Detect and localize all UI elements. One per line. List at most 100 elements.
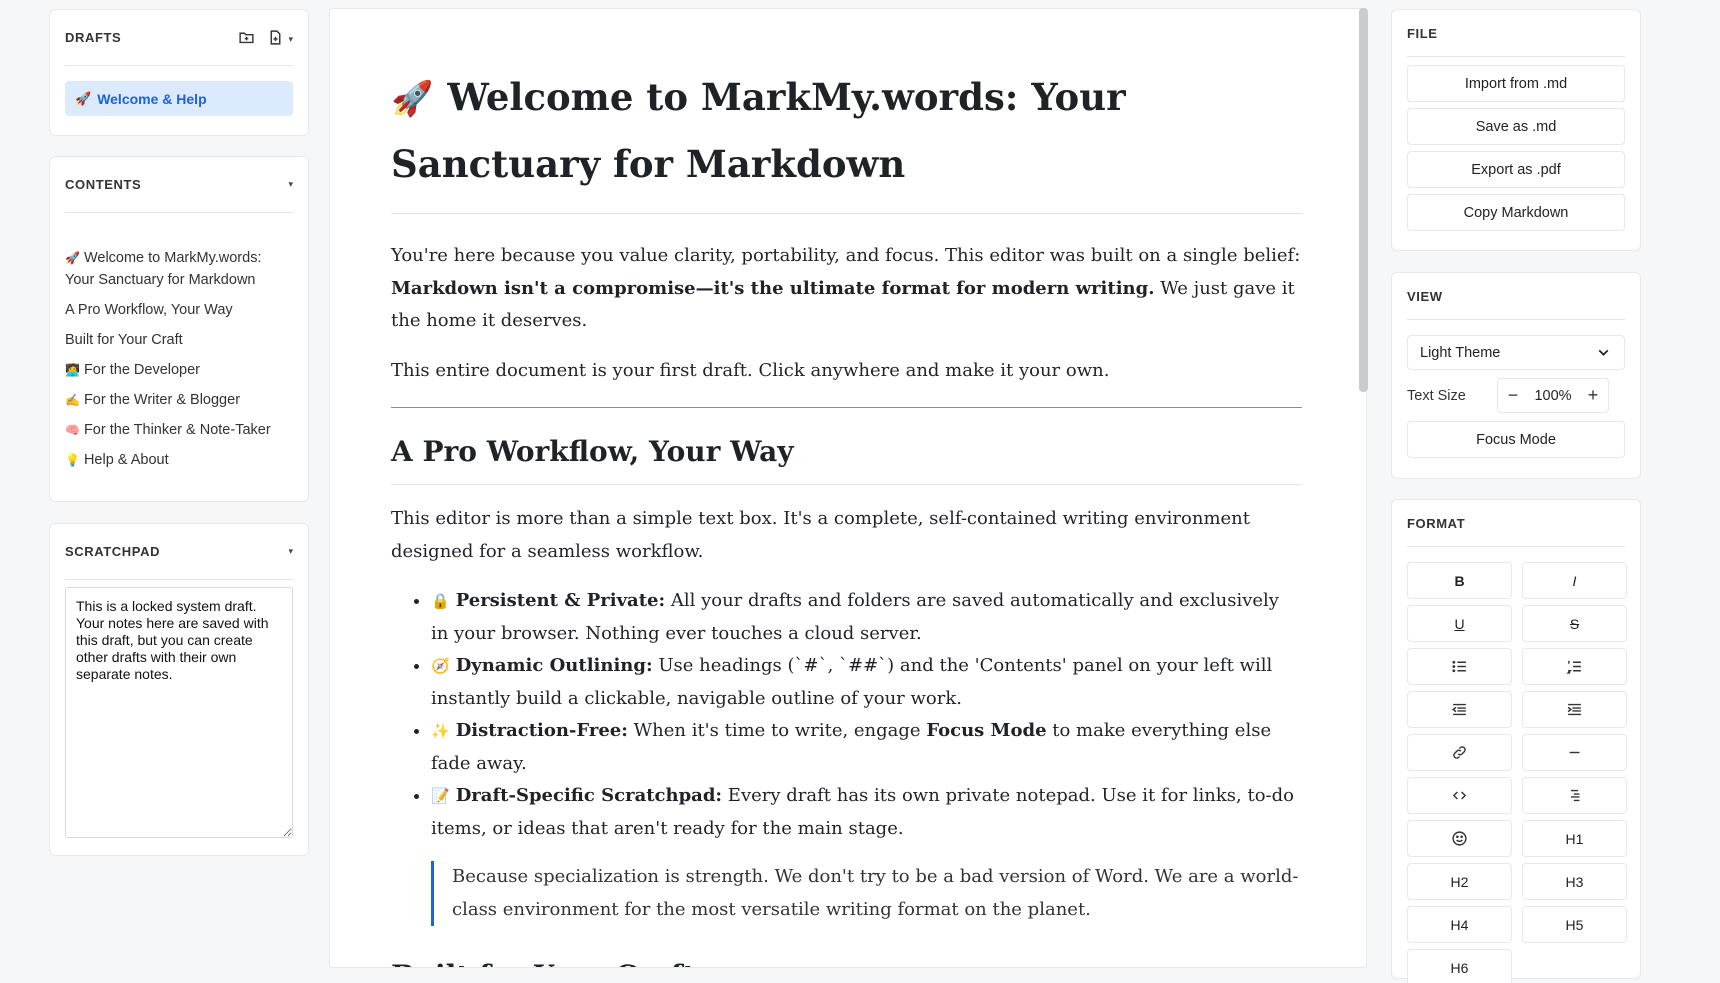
editor[interactable]: 🚀 Welcome to MarkMy.words: Your Sanctuary… (329, 8, 1367, 968)
toc-item-help[interactable]: 💡 Help & About (65, 449, 293, 471)
text-size-value: 100% (1534, 387, 1572, 404)
text-size-label: Text Size (1407, 387, 1466, 404)
doc-paragraph: You're here because you value clarity, p… (391, 240, 1302, 338)
chevron-down-icon[interactable]: ▾ (288, 179, 293, 190)
text-size-row: Text Size − 100% + (1407, 378, 1625, 413)
code-button[interactable] (1407, 777, 1512, 814)
h1-button[interactable]: H1 (1522, 820, 1627, 857)
list-item-text: When it's time to write, engage (627, 720, 927, 741)
toc-item-label: For the Thinker & Note-Taker (83, 422, 271, 438)
list-item-title: Distraction-Free: (455, 720, 628, 741)
lightbulb-icon: 💡 (65, 453, 80, 467)
toc-item-thinker[interactable]: 🧠 For the Thinker & Note-Taker (65, 419, 293, 441)
save-md-button[interactable]: Save as .md (1407, 108, 1625, 145)
doc-text: You're here because you value clarity, p… (391, 245, 1301, 266)
list-item-title: Persistent & Private: (455, 590, 666, 611)
chevron-down-icon[interactable]: ▾ (288, 546, 293, 557)
file-header: FILE (1407, 10, 1625, 57)
brain-icon: 🧠 (65, 423, 80, 437)
toc-item-built-for-craft[interactable]: Built for Your Craft (65, 329, 293, 351)
list-item-bold: Focus Mode (926, 720, 1047, 741)
emoji-button[interactable] (1407, 820, 1512, 857)
compass-icon: 🧭 (431, 657, 450, 675)
toc-item-pro-workflow[interactable]: A Pro Workflow, Your Way (65, 299, 293, 321)
lock-icon: 🔒 (431, 592, 450, 610)
doc-paragraph: This entire document is your first draft… (391, 359, 1110, 381)
horizontal-rule-button[interactable] (1522, 734, 1627, 771)
list-item: 📝Draft-Specific Scratchpad: Every draft … (431, 780, 1302, 845)
code-icon (1452, 791, 1467, 800)
file-panel: FILE Import from .md Save as .md Export … (1391, 9, 1641, 251)
smiley-icon (1452, 831, 1467, 846)
draft-item-welcome[interactable]: 🚀 Welcome & Help (65, 81, 293, 116)
italic-button[interactable]: I (1522, 562, 1627, 599)
drafts-title: DRAFTS (65, 30, 122, 45)
indent-button[interactable] (1522, 691, 1627, 728)
toc-item-writer[interactable]: ✍️ For the Writer & Blogger (65, 389, 293, 411)
link-button[interactable] (1407, 734, 1512, 771)
text-size-decrease-button[interactable]: − (1498, 379, 1528, 412)
copy-markdown-button[interactable]: Copy Markdown (1407, 194, 1625, 231)
new-draft-icon[interactable]: ▾ (267, 29, 293, 47)
toc-item-label: A Pro Workflow, Your Way (65, 302, 233, 318)
toc-item-label: Help & About (83, 452, 169, 468)
format-header: FORMAT (1407, 500, 1625, 547)
doc-heading-2: Built for Your Craft (391, 952, 1302, 967)
theme-select-value: Light Theme (1420, 344, 1501, 361)
contents-panel: CONTENTS ▾ 🚀 Welcome to MarkMy.words: You… (49, 156, 309, 502)
developer-icon: 🧑‍💻 (65, 363, 80, 377)
chevron-down-icon[interactable]: ▾ (288, 34, 293, 44)
text-align-button[interactable] (1522, 777, 1627, 814)
h4-button[interactable]: H4 (1407, 906, 1512, 943)
import-md-button[interactable]: Import from .md (1407, 65, 1625, 102)
toc-item-label: For the Developer (83, 362, 201, 378)
text-size-increase-button[interactable]: + (1578, 379, 1608, 412)
doc-bold-text: Markdown isn't a compromise—it's the ult… (391, 277, 1155, 299)
scratchpad-title: SCRATCHPAD (65, 544, 161, 559)
toc-item-label: Built for Your Craft (65, 332, 183, 348)
focus-mode-button[interactable]: Focus Mode (1407, 421, 1625, 458)
scratchpad-textarea[interactable]: This is a locked system draft. Your note… (65, 587, 293, 838)
numbered-list-button[interactable] (1522, 648, 1627, 685)
h2-button[interactable]: H2 (1407, 863, 1512, 900)
underline-icon: U (1454, 615, 1465, 632)
scratchpad-header[interactable]: SCRATCHPAD ▾ (65, 524, 293, 580)
contents-header[interactable]: CONTENTS ▾ (65, 157, 293, 213)
contents-title: CONTENTS (65, 177, 142, 192)
export-pdf-button[interactable]: Export as .pdf (1407, 151, 1625, 188)
list-item: 🧭Dynamic Outlining: Use headings (`#`, `… (431, 650, 1302, 715)
chevron-down-icon (1598, 349, 1609, 356)
file-title: FILE (1407, 25, 1438, 41)
writing-hand-icon: ✍️ (65, 393, 80, 407)
indent-icon (1567, 703, 1581, 716)
strikethrough-button[interactable]: S (1522, 605, 1627, 642)
doc-paragraph: This editor is more than a simple text b… (391, 508, 1250, 562)
rocket-icon: 🚀 (75, 90, 92, 106)
theme-select[interactable]: Light Theme (1407, 335, 1625, 370)
bullet-list-button[interactable] (1407, 648, 1512, 685)
doc-heading-2: A Pro Workflow, Your Way (391, 428, 1302, 485)
toc-item-label: For the Writer & Blogger (83, 392, 241, 408)
format-panel: FORMAT B I U S H1 H2 H3 H4 H5 H6 (1391, 499, 1641, 983)
toc-item-developer[interactable]: 🧑‍💻 For the Developer (65, 359, 293, 381)
outdent-button[interactable] (1407, 691, 1512, 728)
doc-heading-1: 🚀 Welcome to MarkMy.words: Your Sanctuary… (391, 65, 1302, 214)
toc-item-label: Welcome to MarkMy.words: Your Sanctuary … (65, 250, 262, 288)
drafts-panel: DRAFTS ▾ 🚀 Welcome & Help (49, 9, 309, 136)
view-panel: VIEW Light Theme Text Size − 100% + Focu… (1391, 272, 1641, 479)
doc-heading-1-text: Welcome to MarkMy.words: Your Sanctuary … (391, 75, 1126, 186)
view-title: VIEW (1407, 288, 1443, 304)
underline-button[interactable]: U (1407, 605, 1512, 642)
h6-button[interactable]: H6 (1407, 949, 1512, 983)
document[interactable]: 🚀 Welcome to MarkMy.words: Your Sanctuary… (391, 65, 1302, 967)
toc-item-welcome[interactable]: 🚀 Welcome to MarkMy.words: Your Sanctuary… (65, 247, 293, 291)
bullet-list-icon (1452, 660, 1466, 673)
list-item: ✨ Distraction-Free: When it's time to wri… (431, 715, 1302, 780)
h3-button[interactable]: H3 (1522, 863, 1627, 900)
horizontal-rule (391, 407, 1302, 408)
new-folder-icon[interactable] (238, 29, 255, 47)
text-size-stepper: − 100% + (1497, 378, 1609, 413)
bold-button[interactable]: B (1407, 562, 1512, 599)
editor-scrollbar[interactable] (1359, 8, 1368, 392)
h5-button[interactable]: H5 (1522, 906, 1627, 943)
